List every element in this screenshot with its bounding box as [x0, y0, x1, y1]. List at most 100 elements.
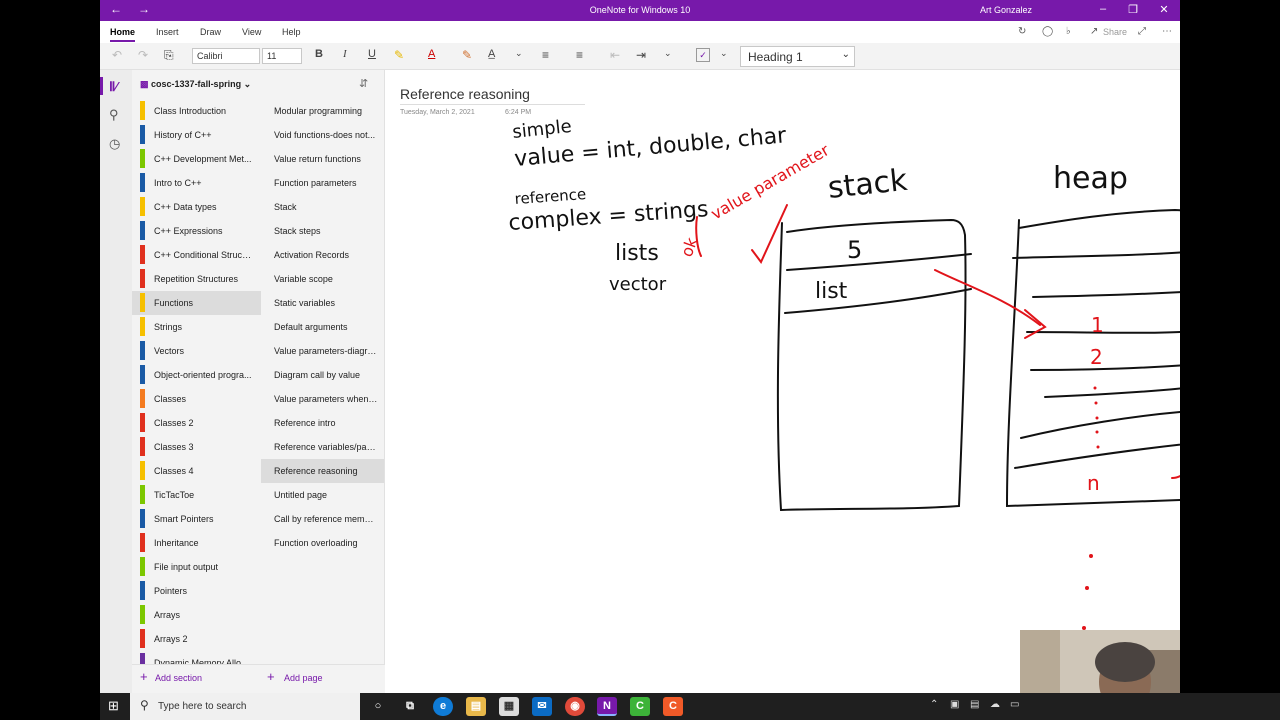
chevron-up-icon[interactable]: ⌃	[930, 699, 938, 710]
chrome-icon[interactable]: ◉	[565, 697, 585, 716]
section-item[interactable]: Classes	[132, 387, 261, 411]
page-item[interactable]: Static variables	[261, 291, 384, 315]
share-button[interactable]: Share	[1103, 27, 1127, 37]
section-item[interactable]: Classes 3	[132, 435, 261, 459]
page-item[interactable]: Value return functions	[261, 147, 384, 171]
indent-icon[interactable]: ⇥	[636, 48, 646, 62]
section-item[interactable]: C++ Development Met...	[132, 147, 261, 171]
bullet-list-icon[interactable]: ≡	[542, 48, 549, 62]
numbered-list-icon[interactable]: ≡	[576, 48, 583, 62]
section-item[interactable]: Smart Pointers	[132, 507, 261, 531]
add-section-button[interactable]: Add section	[155, 673, 202, 683]
page-item[interactable]: Activation Records	[261, 243, 384, 267]
page-item[interactable]: Diagram call by value	[261, 363, 384, 387]
tab-view[interactable]: View	[242, 27, 261, 37]
tab-draw[interactable]: Draw	[200, 27, 221, 37]
windows-start-icon[interactable]: ⊞	[108, 698, 119, 714]
page-item[interactable]: Stack	[261, 195, 384, 219]
italic-button[interactable]: I	[343, 48, 347, 60]
section-item[interactable]: Object-oriented progra...	[132, 363, 261, 387]
sort-icon[interactable]: ⇵	[359, 77, 368, 90]
meet-now-icon[interactable]: ▣	[950, 699, 959, 710]
section-item[interactable]: C++ Expressions	[132, 219, 261, 243]
add-page-bar[interactable]: + Add page	[261, 664, 385, 693]
lightbulb-icon[interactable]: ◯	[1042, 26, 1053, 37]
page-item[interactable]: Modular programming	[261, 99, 384, 123]
font-size-box[interactable]: 11	[262, 48, 302, 64]
section-item[interactable]: Repetition Structures	[132, 267, 261, 291]
taskbar-search-box[interactable]: ⚲ Type here to search	[130, 693, 360, 720]
style-dropdown[interactable]: Heading 1 ⌄	[740, 46, 855, 67]
minimize-icon[interactable]: –	[1094, 3, 1112, 15]
onedrive-icon[interactable]: ☁	[990, 699, 1000, 710]
more-options-icon[interactable]: ⋯	[1162, 26, 1172, 37]
page-item[interactable]: Untitled page	[261, 483, 384, 507]
search-icon[interactable]: ⚲	[109, 107, 119, 123]
recent-icon[interactable]: ◷	[109, 136, 120, 152]
undo-icon[interactable]: ↶	[112, 48, 122, 62]
onenote-icon[interactable]: N	[597, 697, 617, 716]
page-item[interactable]: Reference variables/para...	[261, 435, 384, 459]
page-canvas[interactable]: Reference reasoning Tuesday, March 2, 20…	[385, 70, 1180, 693]
chevron-down-icon[interactable]: ⌄	[664, 48, 672, 59]
section-item[interactable]: Class Introduction	[132, 99, 261, 123]
section-item[interactable]: History of C++	[132, 123, 261, 147]
tab-insert[interactable]: Insert	[156, 27, 179, 37]
page-item[interactable]: Value parameters when f...	[261, 387, 384, 411]
page-item[interactable]: Call by reference memor...	[261, 507, 384, 531]
section-item[interactable]: Inheritance	[132, 531, 261, 555]
page-item[interactable]: Stack steps	[261, 219, 384, 243]
section-item[interactable]: File input output	[132, 555, 261, 579]
maximize-icon[interactable]: ❐	[1124, 3, 1142, 16]
section-item[interactable]: Classes 2	[132, 411, 261, 435]
share-icon[interactable]: ↗	[1090, 26, 1098, 37]
page-item[interactable]: Function parameters	[261, 171, 384, 195]
page-item[interactable]: Variable scope	[261, 267, 384, 291]
user-name[interactable]: Art Gonzalez	[980, 5, 1032, 15]
network-icon[interactable]: ▤	[970, 699, 979, 710]
page-item[interactable]: Value parameters-diagra...	[261, 339, 384, 363]
tab-home[interactable]: Home	[110, 27, 136, 42]
edge-icon[interactable]: e	[433, 697, 453, 716]
section-item[interactable]: Arrays	[132, 603, 261, 627]
text-styles-icon[interactable]: A̲	[488, 48, 495, 60]
bold-button[interactable]: B	[315, 48, 323, 60]
clion-icon[interactable]: C	[630, 697, 650, 716]
underline-button[interactable]: U	[368, 48, 376, 60]
page-item[interactable]: Void functions-does not...	[261, 123, 384, 147]
font-name-box[interactable]: Calibri	[192, 48, 260, 64]
page-item[interactable]: Function overloading	[261, 531, 384, 555]
clipboard-icon[interactable]: ⎘	[164, 48, 174, 63]
add-page-button[interactable]: Add page	[284, 673, 323, 683]
outdent-icon[interactable]: ⇤	[610, 48, 620, 62]
notebooks-icon[interactable]: Ⅱ∕	[100, 77, 118, 95]
section-item[interactable]: TicTacToe	[132, 483, 261, 507]
close-icon[interactable]: ✕	[1155, 3, 1173, 16]
cortana-icon[interactable]: ○	[368, 697, 388, 716]
chevron-down-icon[interactable]: ⌄	[720, 48, 728, 59]
sync-icon[interactable]: ↻	[1018, 26, 1026, 37]
chevron-down-icon[interactable]: ⌄	[515, 48, 523, 59]
section-item[interactable]: Classes 4	[132, 459, 261, 483]
todo-tag-icon[interactable]: ✓	[696, 48, 710, 62]
page-item[interactable]: Reference reasoning	[261, 459, 384, 483]
section-item[interactable]: C++ Data types	[132, 195, 261, 219]
section-item[interactable]: Strings	[132, 315, 261, 339]
highlight-icon[interactable]: ✎	[394, 48, 404, 62]
task-view-icon[interactable]: ⧉	[400, 697, 420, 716]
page-item[interactable]: Reference intro	[261, 411, 384, 435]
tab-help[interactable]: Help	[282, 27, 301, 37]
page-item[interactable]: Default arguments	[261, 315, 384, 339]
section-item[interactable]: Arrays 2	[132, 627, 261, 651]
section-item[interactable]: Pointers	[132, 579, 261, 603]
file-explorer-icon[interactable]: ▤	[466, 697, 486, 716]
section-item[interactable]: Vectors	[132, 339, 261, 363]
bell-icon[interactable]: ♭	[1066, 26, 1071, 37]
format-painter-icon[interactable]: ✎	[462, 48, 472, 62]
notebook-selector[interactable]: ▩ cosc-1337-fall-spring ⌄	[140, 79, 251, 90]
redo-icon[interactable]: ↷	[138, 48, 148, 62]
store-icon[interactable]: ▦	[499, 697, 519, 716]
font-color-icon[interactable]: A	[428, 48, 435, 60]
mail-icon[interactable]: ✉	[532, 697, 552, 716]
codeblocks-icon[interactable]: C	[663, 697, 683, 716]
